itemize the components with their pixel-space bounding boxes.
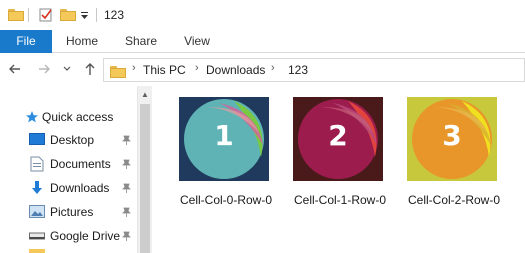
file-item[interactable]: 1 Cell-Col-0-Row-0 — [172, 96, 272, 226]
desktop-icon — [29, 133, 45, 145]
file-list: 1 Cell-Col-0-Row-0 2 Cell-Col-1-Row-0 3 … — [152, 86, 525, 253]
pin-icon[interactable] — [122, 183, 131, 193]
sidebar-item-documents[interactable]: Documents — [0, 153, 137, 175]
file-item[interactable]: 3 Cell-Col-2-Row-0 — [400, 96, 500, 226]
nav-pane-scrollbar[interactable]: ▲ — [137, 86, 152, 253]
pin-icon[interactable] — [122, 159, 131, 169]
ribbon-tabs: File Home Share View — [0, 30, 525, 53]
properties-icon[interactable] — [38, 7, 54, 23]
star-icon — [26, 111, 38, 123]
file-name: Cell-Col-2-Row-0 — [407, 193, 500, 207]
sidebar-item-quick-access[interactable]: Quick access — [0, 106, 137, 128]
toolbar-separator — [28, 8, 29, 22]
thumbnail-number: 1 — [214, 119, 234, 152]
up-arrow-icon[interactable] — [82, 62, 98, 78]
pin-icon[interactable] — [122, 207, 131, 217]
thumbnail-number: 3 — [442, 119, 462, 152]
navigation-pane: Quick access Desktop Documents Downloads… — [0, 86, 137, 253]
folder-icon — [110, 64, 126, 78]
breadcrumb-chevron-icon[interactable]: › — [132, 62, 136, 74]
sidebar-item-label: Google Drive — [50, 229, 121, 243]
tab-share[interactable]: Share — [118, 30, 164, 53]
file-item[interactable]: 2 Cell-Col-1-Row-0 — [286, 96, 386, 226]
forward-arrow-icon[interactable] — [36, 62, 52, 78]
sidebar-item-google-drive[interactable]: Google Drive — [0, 225, 137, 247]
back-arrow-icon[interactable] — [7, 62, 23, 78]
navigation-bar: › This PC › Downloads › 123 — [0, 54, 525, 86]
folder-icon[interactable] — [8, 7, 24, 23]
window-title: 123 — [104, 8, 125, 22]
breadcrumb-downloads[interactable]: Downloads — [206, 63, 265, 77]
folder-icon — [29, 249, 45, 253]
breadcrumb-this-pc[interactable]: This PC — [143, 63, 186, 77]
sidebar-item-label: Pictures — [50, 205, 94, 219]
file-name: Cell-Col-0-Row-0 — [179, 193, 272, 207]
pin-icon[interactable] — [122, 231, 131, 241]
customize-toolbar-icon[interactable] — [80, 7, 96, 23]
sidebar-item-desktop[interactable]: Desktop — [0, 129, 137, 151]
thumbnail-number: 2 — [328, 119, 348, 152]
recent-locations-chevron-icon[interactable] — [62, 62, 72, 78]
documents-icon — [30, 156, 44, 172]
file-name: Cell-Col-1-Row-0 — [293, 193, 386, 207]
pin-icon[interactable] — [122, 135, 131, 145]
sidebar-item-label: Desktop — [50, 133, 95, 147]
sidebar-item-pictures[interactable]: Pictures — [0, 201, 137, 223]
title-bar: 123 — [0, 0, 525, 30]
toolbar-separator — [96, 8, 97, 22]
tab-home[interactable]: Home — [58, 30, 106, 53]
scroll-thumb[interactable] — [140, 104, 150, 253]
new-folder-icon[interactable] — [60, 7, 76, 23]
breadcrumb-123[interactable]: 123 — [288, 63, 308, 77]
download-arrow-icon — [32, 181, 42, 194]
pictures-icon — [29, 205, 45, 218]
sidebar-item-label: Downloads — [50, 181, 110, 195]
drive-icon — [29, 232, 45, 240]
sidebar-item-label: Documents — [50, 157, 111, 171]
tab-view[interactable]: View — [176, 30, 218, 53]
sidebar-item-downloads[interactable]: Downloads — [0, 177, 137, 199]
breadcrumb-chevron-icon[interactable]: › — [271, 62, 275, 74]
scroll-up-arrow-icon[interactable]: ▲ — [141, 90, 149, 99]
address-bar[interactable]: › This PC › Downloads › 123 — [103, 58, 525, 82]
breadcrumb-chevron-icon[interactable]: › — [195, 62, 199, 74]
sidebar-item-label: Quick access — [42, 110, 114, 124]
tab-file[interactable]: File — [0, 30, 52, 53]
